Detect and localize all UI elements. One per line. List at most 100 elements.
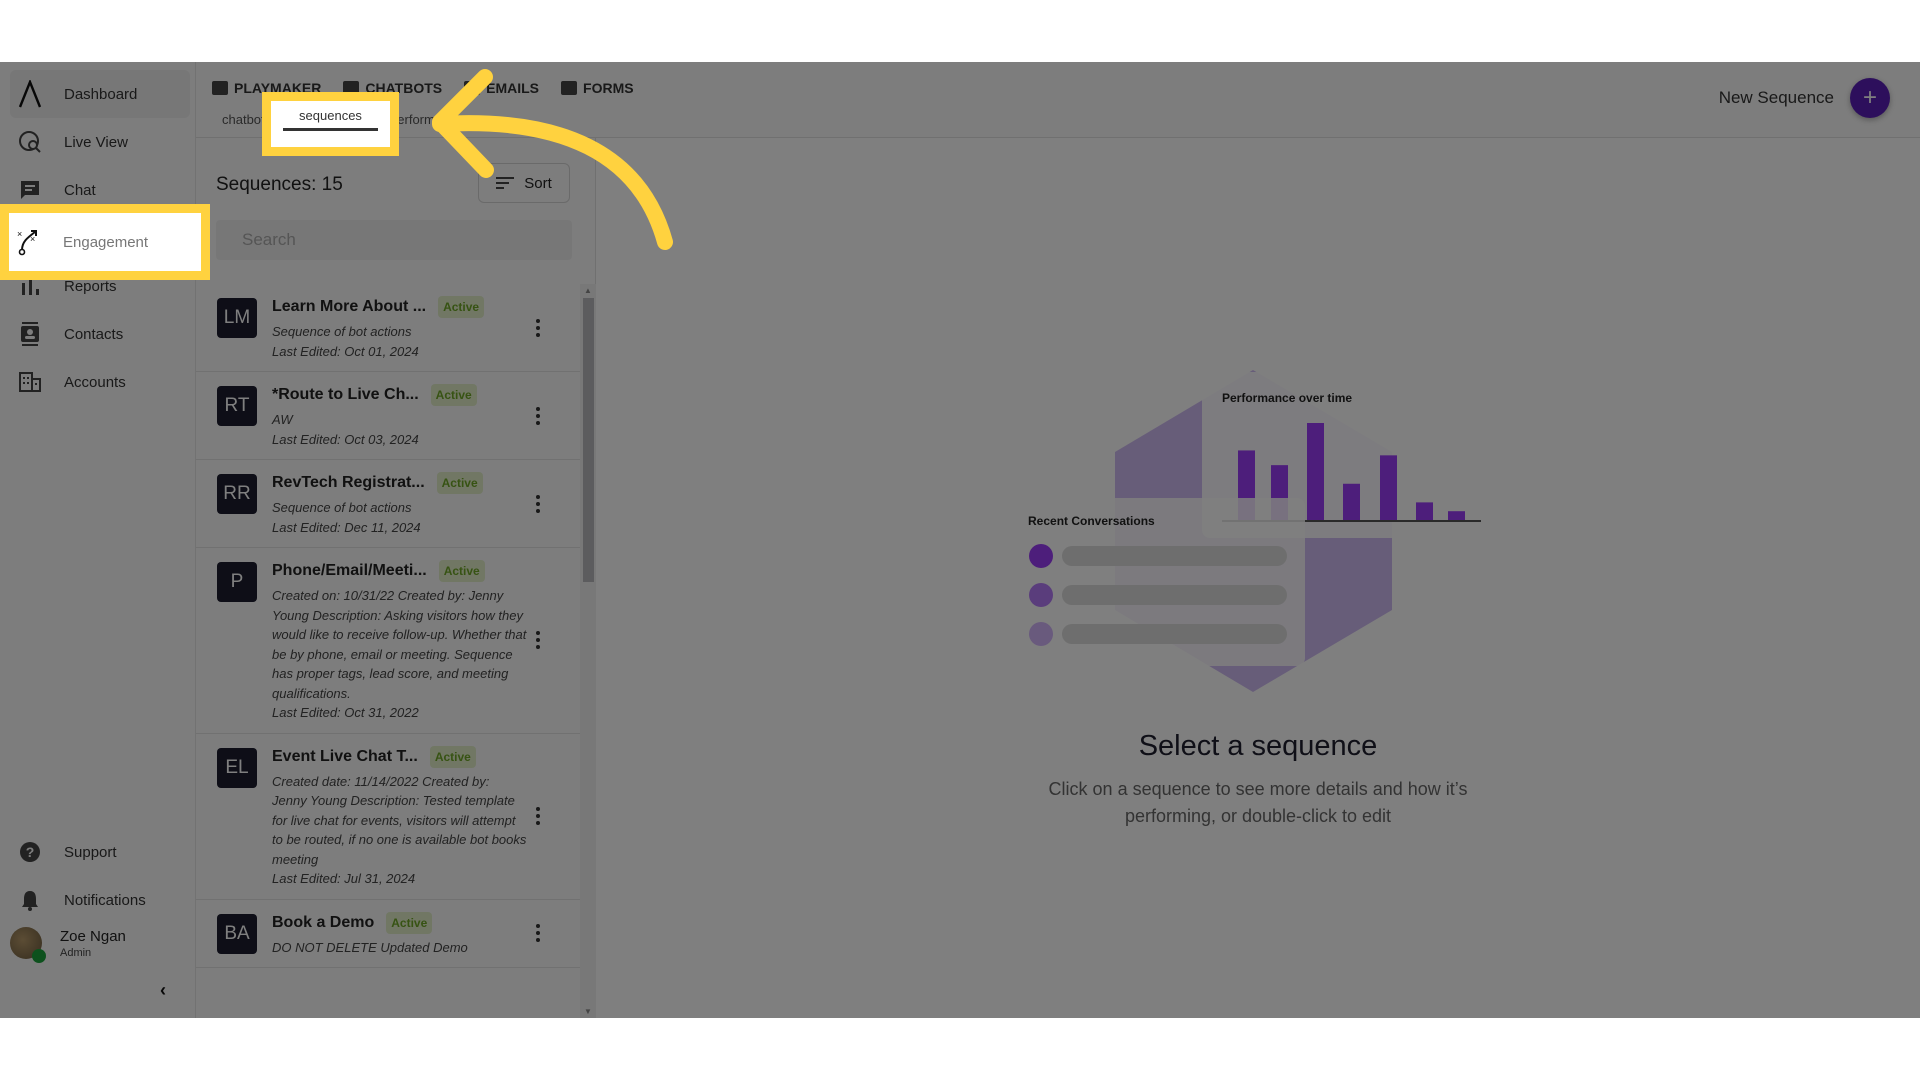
sidebar-item-notifications[interactable]: Notifications — [10, 876, 190, 924]
sequence-last-edited: Last Edited: Dec 11, 2024 — [272, 519, 421, 535]
highlight-sequences-tab: sequences — [262, 92, 399, 156]
more-options-icon[interactable] — [536, 318, 540, 337]
sequence-list-panel: Sequences: 15 Sort LM Learn More About ..… — [196, 138, 596, 1018]
conversation-dot — [1029, 583, 1053, 607]
bell-icon — [16, 886, 44, 914]
sidebar-item-label: Accounts — [64, 373, 126, 391]
scrollbar[interactable]: ▲ ▼ — [580, 284, 596, 1018]
sequence-title: RevTech Registrat... — [272, 474, 425, 491]
status-badge: Active — [438, 296, 485, 318]
scrollbar-thumb[interactable] — [583, 298, 594, 582]
globe-search-icon — [16, 128, 44, 156]
app-window: Dashboard Live View Chat ×× Engagement R… — [0, 62, 1920, 1018]
scroll-up-icon[interactable]: ▲ — [584, 286, 592, 295]
sequence-initials-tile: P — [217, 562, 257, 602]
new-sequence-button[interactable]: New Sequence + — [1719, 78, 1890, 118]
sequence-list-item[interactable]: LM Learn More About ... Active Sequence of … — [196, 284, 580, 372]
status-badge: Active — [429, 745, 476, 768]
conversation-dot — [1029, 622, 1053, 646]
sequence-title: Learn More About ... — [272, 298, 427, 315]
performance-bar — [1307, 423, 1324, 521]
recent-conversations-title: Recent Conversations — [1028, 514, 1155, 528]
sequence-initials-tile: RT — [217, 386, 257, 426]
sidebar-item-label: Support — [64, 843, 117, 861]
sequence-initials-tile: RR — [217, 474, 257, 514]
svg-text:×: × — [17, 229, 22, 239]
highlight-engagement: × × Engagement — [0, 204, 210, 280]
sequence-list-item[interactable]: BA Book a Demo Active DO NOT DELETE Updated… — [196, 900, 580, 968]
sidebar-item-support[interactable]: ? Support — [10, 828, 190, 876]
logo-caret-icon — [16, 80, 44, 108]
more-options-icon[interactable] — [536, 494, 540, 513]
sequence-description: Sequence of bot actions — [272, 324, 412, 339]
highlight-engagement-label[interactable]: Engagement — [63, 234, 148, 251]
sequence-initials-tile: LM — [217, 298, 257, 338]
sequence-title: Book a Demo — [272, 913, 375, 931]
more-options-icon[interactable] — [536, 807, 540, 825]
empty-state-title: Select a sequence — [1138, 730, 1378, 762]
user-profile[interactable]: Zoe Ngan Admin — [10, 927, 126, 963]
sort-button[interactable]: Sort — [478, 163, 570, 203]
sidebar-item-label: Dashboard — [64, 85, 138, 103]
chat-icon — [16, 176, 44, 204]
contact-card-icon — [16, 320, 44, 348]
search-input[interactable] — [216, 220, 572, 260]
sidebar-item-accounts[interactable]: Accounts — [10, 358, 190, 406]
collapse-sidebar-button[interactable]: ‹ — [160, 980, 166, 1001]
sequence-list-item[interactable]: RT *Route to Live Ch... Active AW Last Edite… — [196, 372, 580, 460]
performance-bar — [1416, 502, 1433, 521]
playmaker-icon — [212, 81, 228, 95]
svg-text:?: ? — [26, 844, 35, 860]
status-badge: Active — [436, 472, 483, 494]
conversation-dot — [1029, 544, 1053, 568]
more-options-icon[interactable] — [536, 924, 540, 943]
conversation-placeholder — [1062, 585, 1287, 605]
more-options-icon[interactable] — [536, 631, 540, 650]
sidebar-item-dashboard[interactable]: Dashboard — [10, 70, 190, 118]
sequence-list-item[interactable]: P Phone/Email/Meeti... Active Created on: 1… — [196, 548, 580, 734]
avatar — [10, 927, 46, 963]
new-sequence-label: New Sequence — [1718, 88, 1834, 107]
sidebar-item-live-view[interactable]: Live View — [10, 118, 190, 166]
sequence-last-edited: Last Edited: Jul 31, 2024 — [272, 871, 416, 886]
top-bar: PLAYMAKER CHATBOTS EMAILS FORMS chatbots… — [196, 62, 1920, 138]
tab-forms[interactable]: FORMS — [561, 80, 634, 96]
more-options-icon[interactable] — [536, 406, 540, 425]
performance-bar — [1448, 511, 1465, 521]
building-icon — [16, 368, 44, 396]
sequence-last-edited: Last Edited: Oct 01, 2024 — [272, 343, 419, 359]
scroll-down-icon[interactable]: ▼ — [584, 1007, 592, 1016]
sidebar-item-label: Reports — [64, 277, 117, 295]
performance-bar — [1380, 455, 1397, 521]
tab-emails[interactable]: EMAILS — [464, 80, 539, 96]
sequence-description: Created date: 11/14/2022 Created by: Jen… — [272, 773, 527, 867]
conversation-placeholder — [1062, 546, 1287, 566]
conversation-placeholder — [1062, 624, 1287, 644]
plus-icon[interactable]: + — [1850, 78, 1890, 118]
sidebar-item-label: Live View — [64, 133, 128, 151]
user-name: Zoe Ngan — [60, 927, 126, 945]
sequence-count: Sequences: 15 — [216, 174, 343, 195]
performance-chart-title: Performance over time — [1222, 391, 1352, 405]
sequence-description: Sequence of bot actions — [272, 500, 412, 515]
sidebar-item-label: Chat — [64, 181, 96, 199]
sequence-last-edited: Last Edited: Oct 31, 2022 — [272, 705, 419, 720]
sequence-list-item[interactable]: RR RevTech Registrat... Active Sequence of … — [196, 460, 580, 548]
sequence-list: LM Learn More About ... Active Sequence of … — [196, 284, 580, 1018]
status-badge: Active — [438, 560, 485, 582]
sequence-title: Event Live Chat T... — [272, 747, 418, 765]
sequence-description: DO NOT DELETE Updated Demo — [272, 939, 468, 955]
help-circle-icon: ? — [16, 838, 44, 866]
sequence-initials-tile: EL — [217, 747, 257, 788]
empty-state-subtitle: Click on a sequence to see more details … — [1048, 779, 1468, 826]
sequence-description: Created on: 10/31/22 Created by: Jenny Y… — [272, 588, 527, 701]
sidebar-item-label: Notifications — [64, 891, 146, 909]
sequence-list-item[interactable]: EL Event Live Chat T... Active Created date… — [196, 734, 580, 900]
playbook-icon: ×× — [15, 228, 41, 256]
sequence-title: *Route to Live Ch... — [272, 386, 419, 403]
sidebar-item-contacts[interactable]: Contacts — [10, 310, 190, 358]
sequence-initials-tile: BA — [217, 913, 257, 954]
sort-icon — [496, 177, 515, 189]
form-check-icon — [561, 81, 578, 95]
highlight-sequences-label[interactable]: sequences — [271, 108, 390, 123]
